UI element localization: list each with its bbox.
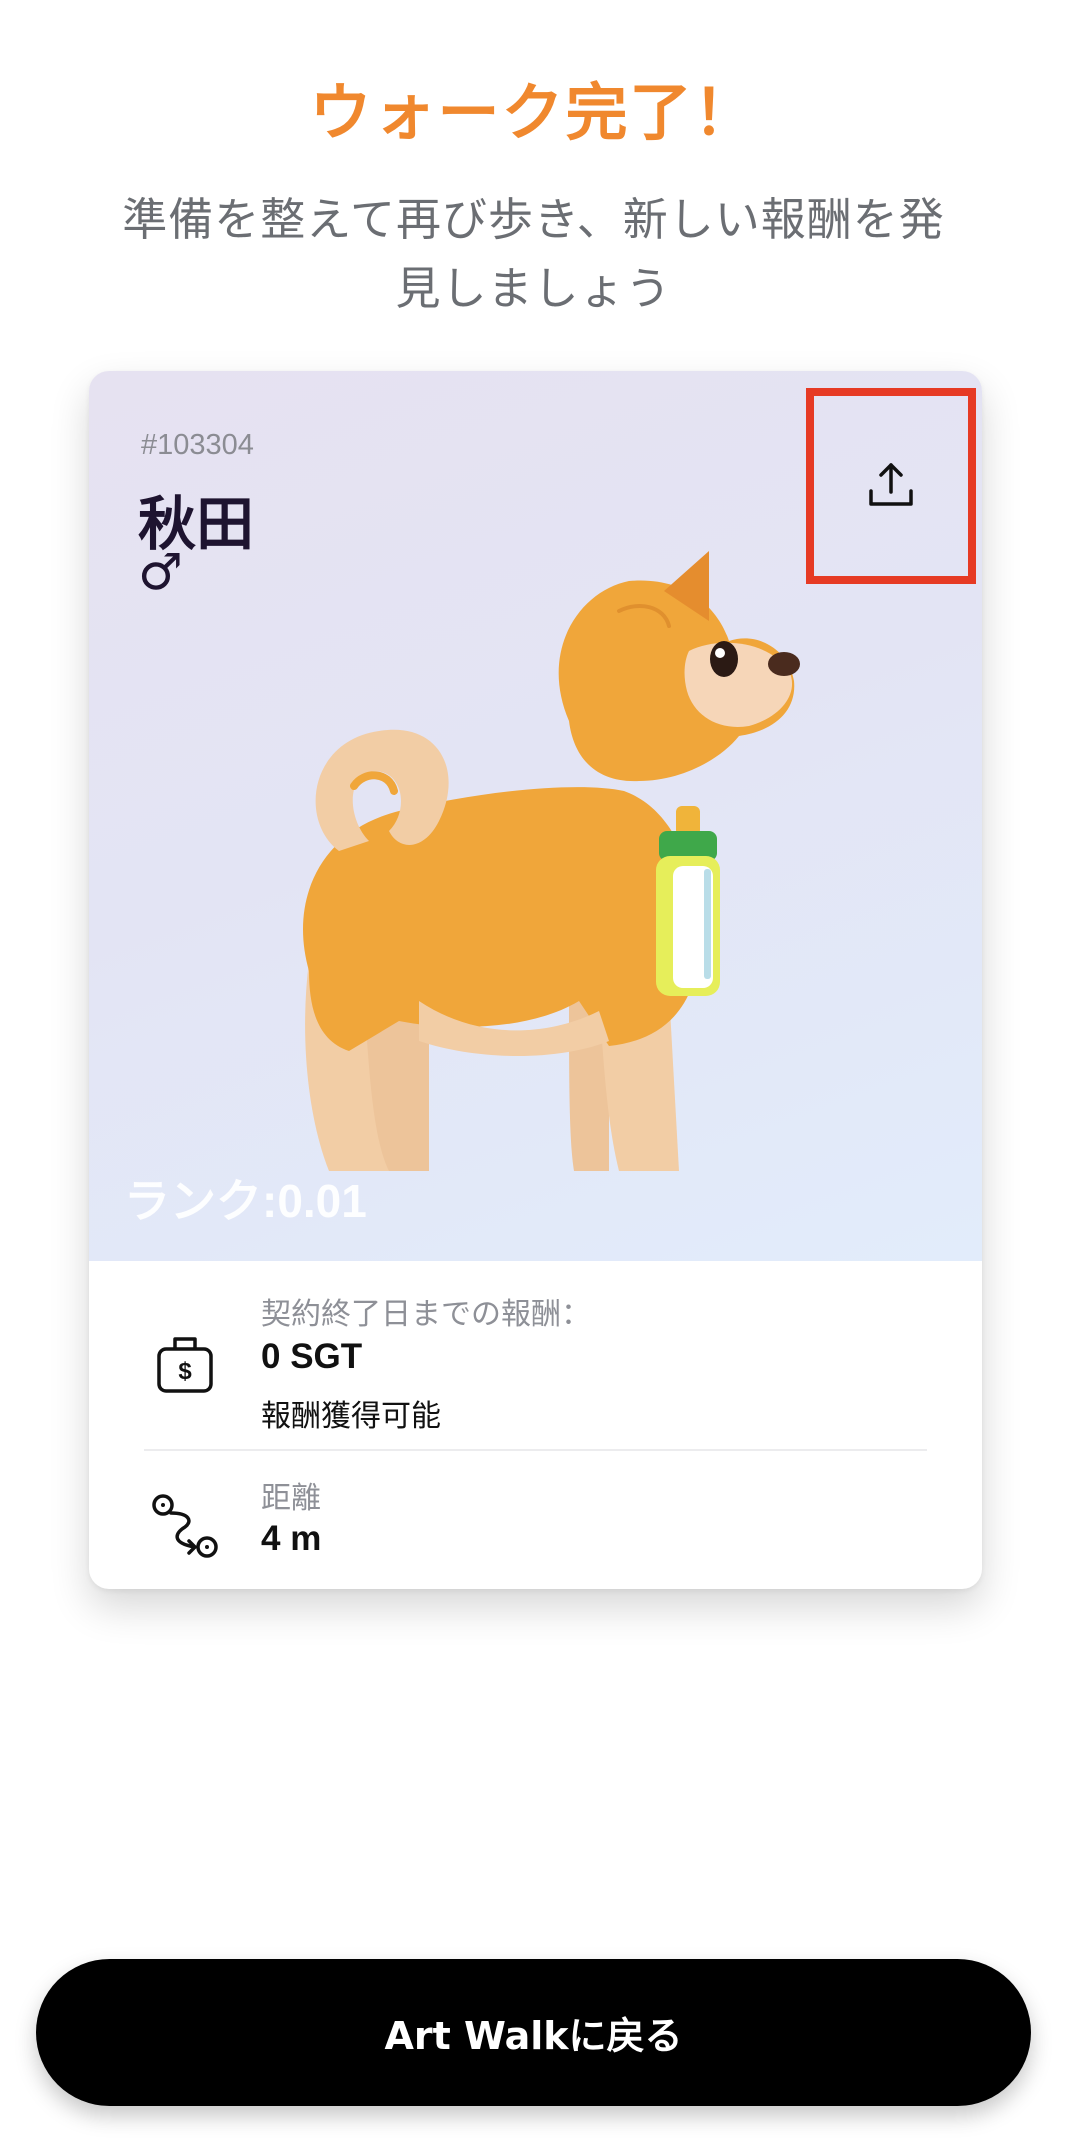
pet-hero: #103304 秋田 ♂ ランク:0.01 — [89, 371, 982, 1261]
reward-sub: 報酬獲得可能 — [261, 1399, 441, 1434]
share-upload-icon — [869, 463, 913, 506]
dog-illustration — [303, 551, 800, 1171]
route-icon — [152, 1494, 218, 1558]
page-title: ウォーク完了！ — [309, 76, 758, 149]
subtitle-line-2: 見しましょう — [395, 262, 672, 315]
rank-text: ランク:0.01 — [124, 1175, 367, 1227]
reward-row: $ 契約終了日までの報酬： 0 SGT 報酬獲得可能 — [89, 1281, 982, 1451]
money-bag-icon: $ — [157, 1337, 213, 1393]
subtitle-line-1: 準備を整えて再び歩き、新しい報酬を発 — [122, 193, 945, 246]
reward-value: 0 SGT — [261, 1337, 363, 1376]
svg-text:$: $ — [178, 1358, 192, 1385]
distance-label: 距離 — [261, 1481, 321, 1516]
divider — [144, 1449, 927, 1451]
distance-row: 距離 4 m — [89, 1469, 982, 1589]
back-to-art-walk-button[interactable]: Art Walkに戻る — [36, 1959, 1031, 2106]
gender-icon: ♂ — [138, 543, 183, 601]
reward-label: 契約終了日までの報酬： — [261, 1297, 591, 1332]
pet-id: #103304 — [141, 429, 254, 461]
page-subtitle: 準備を整えて再び歩き、新しい報酬を発 見しましょう — [100, 185, 967, 323]
distance-value: 4 m — [261, 1519, 322, 1558]
pet-card: #103304 秋田 ♂ ランク:0.01 $ 契約終了日までの報酬： 0 SG… — [89, 371, 982, 1589]
